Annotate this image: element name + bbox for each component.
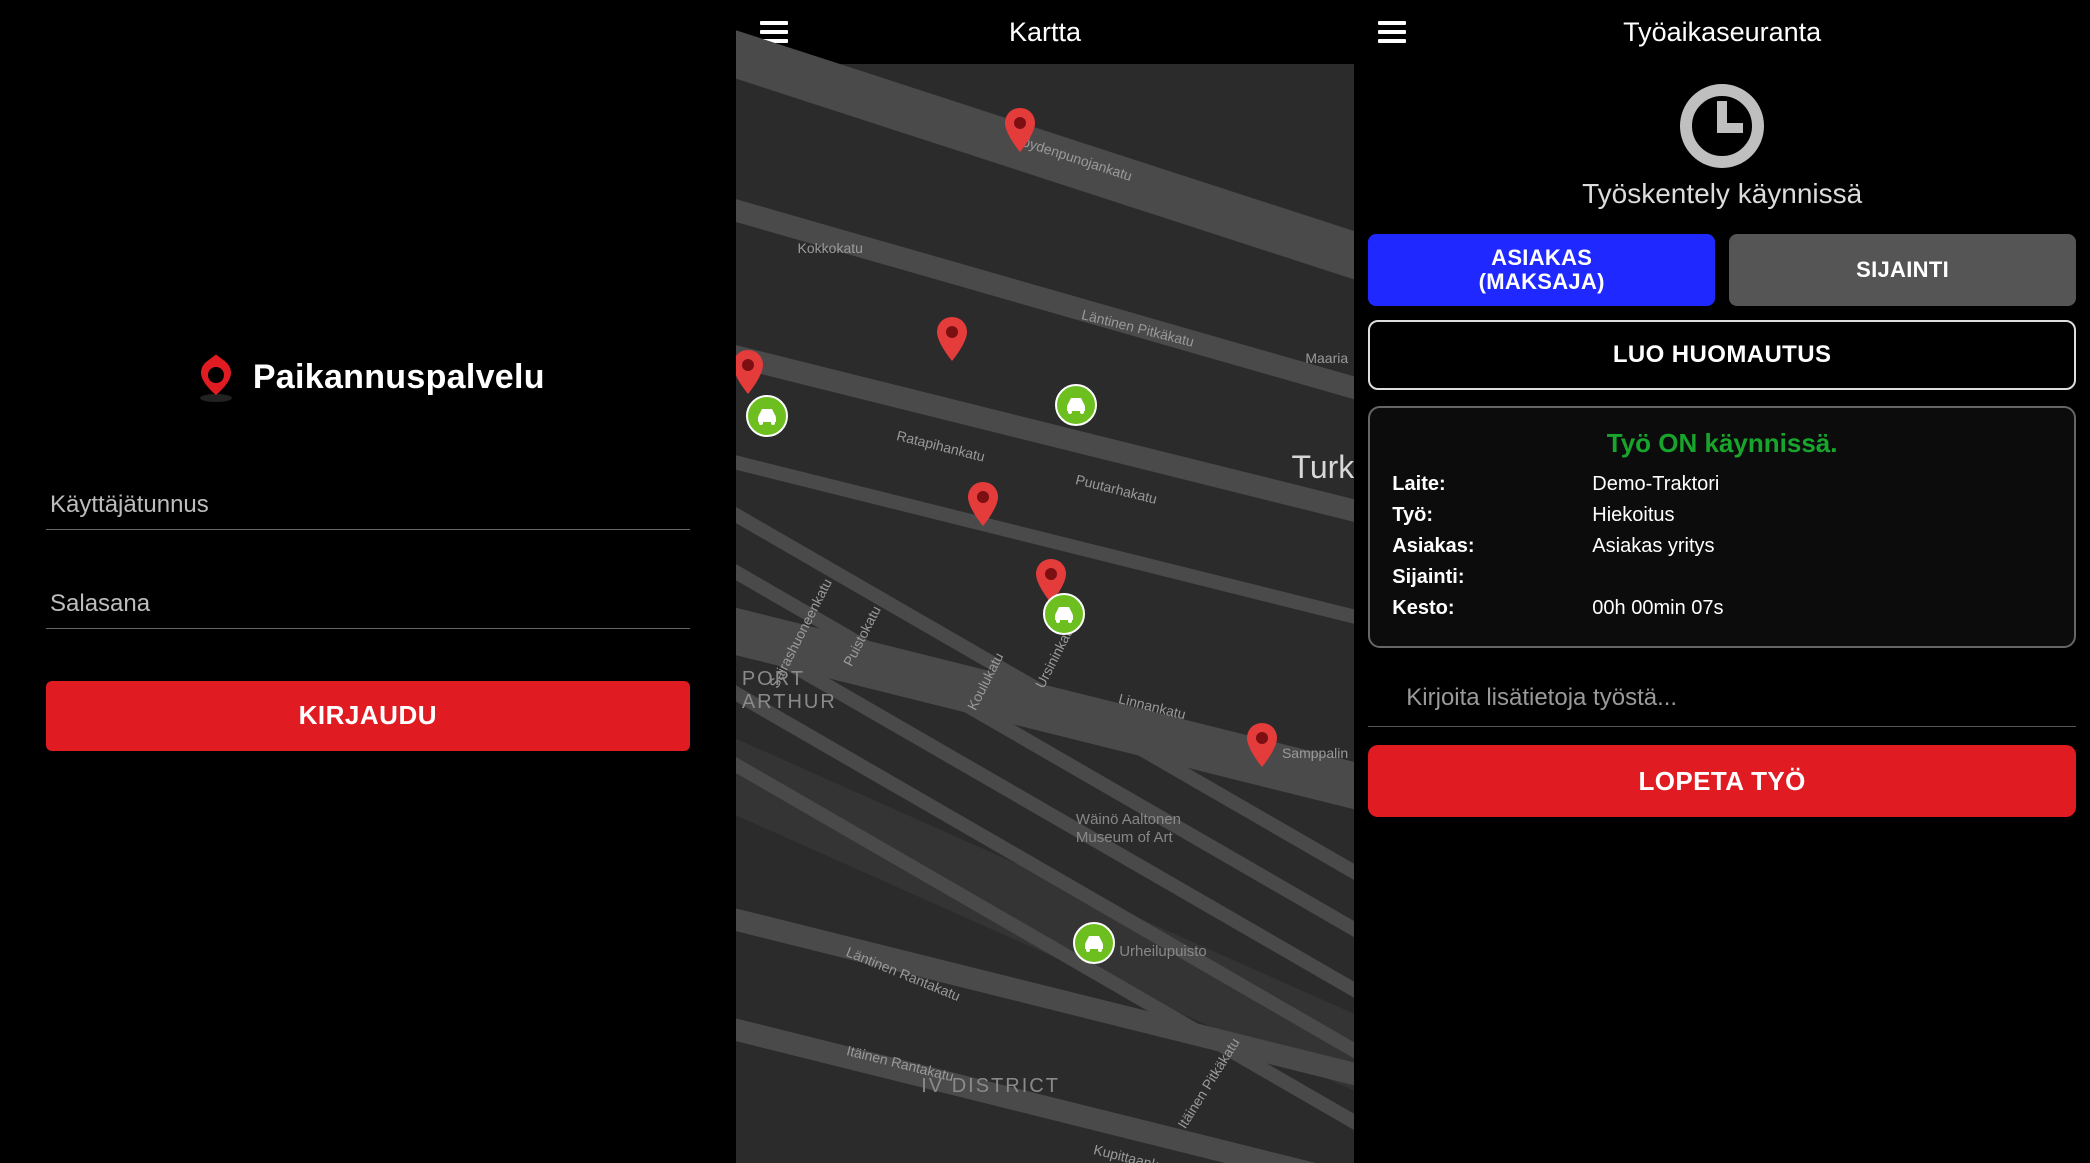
password-field-wrap: [46, 582, 690, 629]
row-value: Asiakas yritys: [1592, 535, 2052, 558]
password-input[interactable]: [46, 582, 690, 629]
row-value: Hiekoitus: [1592, 504, 2052, 527]
map-title: Kartta: [736, 17, 1355, 48]
status-card: Työ ON käynnissä. Laite: Demo-Traktori T…: [1368, 406, 2076, 648]
tab-customer-line1: ASIAKAS: [1491, 245, 1592, 270]
status-card-title: Työ ON käynnissä.: [1392, 428, 2052, 459]
brand-name: Paikannuspalvelu: [253, 358, 545, 397]
menu-button[interactable]: [1368, 8, 1416, 56]
district-line: ARTHUR: [742, 691, 837, 714]
clock-icon: [1678, 82, 1766, 170]
row-work: Työ: Hiekoitus: [1392, 500, 2052, 531]
tab-customer[interactable]: ASIAKAS (MAKSAJA): [1368, 234, 1715, 306]
district-label: PORT ARTHUR: [742, 668, 837, 714]
brand-logo-icon: [191, 353, 241, 403]
brand: Paikannuspalvelu: [191, 353, 545, 403]
car-marker-icon[interactable]: [1043, 593, 1085, 635]
row-label: Kesto:: [1392, 597, 1592, 620]
row-location: Sijainti:: [1392, 562, 2052, 593]
street-label: Itäinen Pitkäkatu: [1174, 1035, 1242, 1131]
segmented-control: ASIAKAS (MAKSAJA) SIJAINTI: [1368, 234, 2076, 306]
map-screen: Kartta Köydenpunojankatu Kokkokatu Länti…: [736, 0, 1355, 1163]
status-header: Työskentely käynnissä: [1368, 82, 2076, 210]
street-label: Maaria: [1305, 350, 1348, 366]
row-value: [1592, 566, 2052, 589]
row-label: Laite:: [1392, 473, 1592, 496]
row-value: 00h 00min 07s: [1592, 597, 2052, 620]
poi-label: Urheilupuisto: [1119, 943, 1207, 960]
tab-customer-line2: (MAKSAJA): [1479, 269, 1605, 294]
row-device: Laite: Demo-Traktori: [1392, 469, 2052, 500]
menu-icon: [1378, 30, 1406, 34]
login-button[interactable]: KIRJAUDU: [46, 681, 690, 751]
tracking-appbar: Työaikaseuranta: [1354, 0, 2090, 64]
poi-line: Museum of Art: [1076, 829, 1181, 846]
username-field-wrap: [46, 483, 690, 530]
login-form: Paikannuspalvelu KIRJAUDU: [0, 0, 736, 1163]
map-pin-icon[interactable]: [935, 317, 969, 361]
tracking-title: Työaikaseuranta: [1354, 17, 2090, 48]
map-appbar: Kartta: [736, 0, 1355, 64]
map-pin-icon[interactable]: [736, 350, 765, 394]
map-canvas[interactable]: Köydenpunojankatu Kokkokatu Läntinen Pit…: [736, 64, 1355, 1163]
tracking-content: Työskentely käynnissä ASIAKAS (MAKSAJA) …: [1354, 64, 2090, 1163]
district-label: IV DISTRICT: [921, 1075, 1060, 1098]
notes-input[interactable]: [1368, 674, 2076, 727]
car-marker-icon[interactable]: [746, 395, 788, 437]
tab-location[interactable]: SIJAINTI: [1729, 234, 2076, 306]
row-label: Työ:: [1392, 504, 1592, 527]
map-pin-icon[interactable]: [1245, 723, 1279, 767]
street-label: Ratapihankatu: [895, 427, 986, 464]
create-note-button[interactable]: LUO HUOMAUTUS: [1368, 320, 2076, 390]
login-screen: Paikannuspalvelu KIRJAUDU: [0, 0, 736, 1163]
city-label: Turk: [1291, 449, 1354, 486]
map-pin-icon[interactable]: [966, 482, 1000, 526]
username-input[interactable]: [46, 483, 690, 530]
district-line: PORT: [742, 668, 837, 691]
row-value: Demo-Traktori: [1592, 473, 2052, 496]
map-pin-icon[interactable]: [1003, 108, 1037, 152]
tracking-screen: Työaikaseuranta Työskentely käynnissä AS…: [1354, 0, 2090, 1163]
street-label: Samppalin: [1282, 745, 1348, 761]
row-label: Sijainti:: [1392, 566, 1592, 589]
street-label: Kokkokatu: [798, 240, 863, 256]
row-duration: Kesto: 00h 00min 07s: [1392, 593, 2052, 624]
poi-line: Wäinö Aaltonen: [1076, 811, 1181, 828]
car-marker-icon[interactable]: [1073, 922, 1115, 964]
stop-work-button[interactable]: LOPETA TYÖ: [1368, 745, 2076, 817]
street-label: Puutarhakatu: [1074, 471, 1159, 507]
row-customer: Asiakas: Asiakas yritys: [1392, 531, 2052, 562]
row-label: Asiakas:: [1392, 535, 1592, 558]
car-marker-icon[interactable]: [1055, 384, 1097, 426]
menu-icon: [760, 30, 788, 34]
poi-label: Wäinö Aaltonen Museum of Art: [1076, 811, 1181, 846]
status-caption: Työskentely käynnissä: [1582, 178, 1862, 210]
